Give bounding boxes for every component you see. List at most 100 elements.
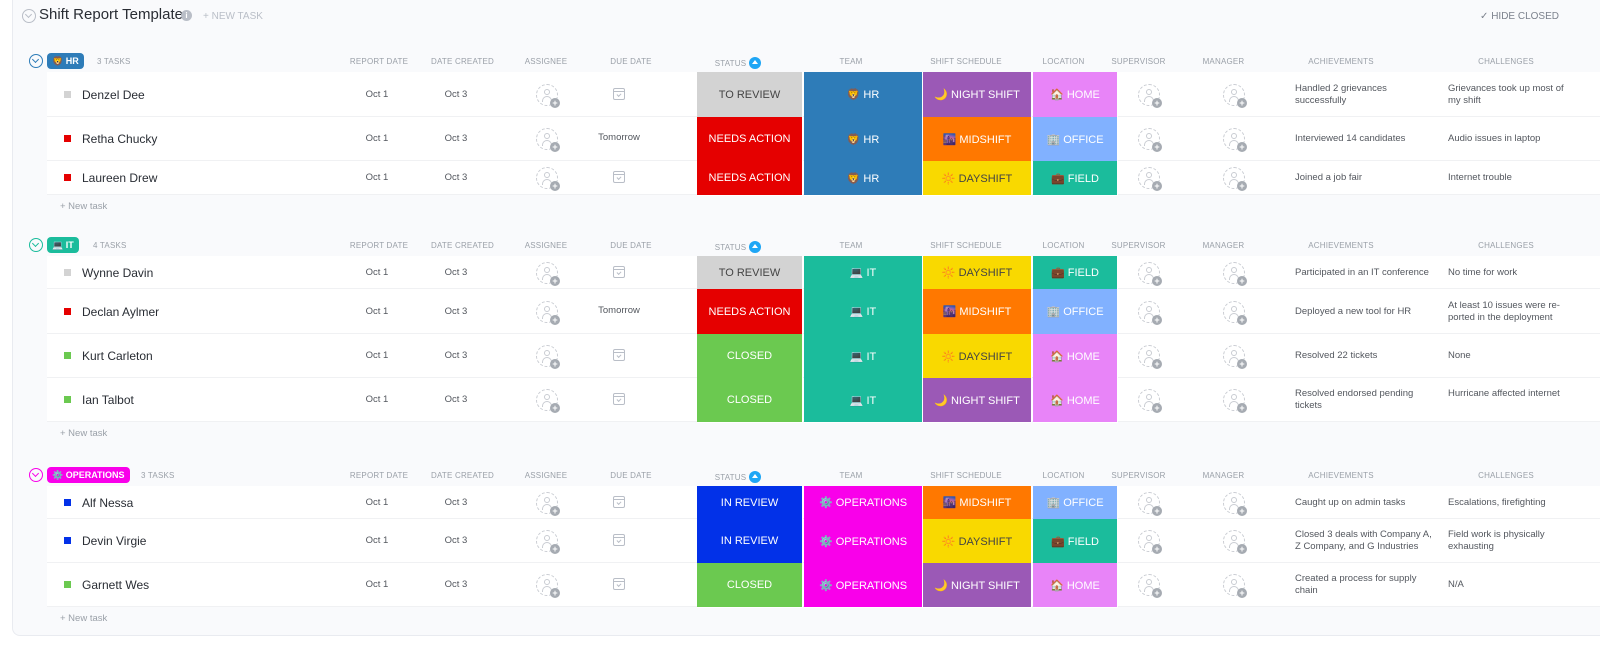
collapse-group-icon[interactable] <box>29 54 43 68</box>
calendar-icon[interactable] <box>613 495 625 508</box>
due-date[interactable]: Tomorrow <box>589 132 649 143</box>
report-date[interactable]: Oct 1 <box>354 579 400 590</box>
status-pill[interactable]: NEEDS ACTION <box>697 161 803 196</box>
column-header-team[interactable]: TEAM <box>791 57 911 66</box>
task-name[interactable]: Laureen Drew <box>82 171 157 185</box>
task-name[interactable]: Declan Aylmer <box>82 305 159 319</box>
supervisor-avatar[interactable]: + <box>1138 574 1162 598</box>
column-header-supervisor[interactable]: SUPERVISOR <box>1111 241 1166 250</box>
calendar-icon[interactable] <box>613 534 625 546</box>
table-row[interactable]: Wynne Davin Oct 1 Oct 3 + TO REVIEW 💻 IT 🔆 DAY… <box>47 256 1600 290</box>
status-square-icon[interactable] <box>64 174 71 181</box>
calendar-icon[interactable] <box>613 393 625 405</box>
column-header-supervisor[interactable]: SUPERVISOR <box>1111 471 1166 480</box>
team-pill[interactable]: 🦁 HR <box>804 72 923 118</box>
task-name[interactable]: Ian Talbot <box>82 393 134 407</box>
column-header-shift-schedule[interactable]: SHIFT SCHEDULE <box>911 471 1021 480</box>
column-header-date-created[interactable]: DATE CREATED <box>431 241 494 250</box>
column-header-challenges[interactable]: CHALLENGES <box>1471 57 1541 66</box>
table-row[interactable]: Declan Aylmer Oct 1 Oct 3 + Tomorrow NEEDS AC… <box>47 289 1600 335</box>
calendar-icon[interactable] <box>613 171 625 183</box>
column-header-date-created[interactable]: DATE CREATED <box>431 57 494 66</box>
calendar-icon[interactable] <box>613 578 625 590</box>
column-header-due-date[interactable]: DUE DATE <box>601 241 661 250</box>
due-date[interactable]: Tomorrow <box>589 305 649 316</box>
table-row[interactable]: Denzel Dee Oct 1 Oct 3 + TO REVIEW 🦁 HR 🌙 NIGH… <box>47 72 1600 118</box>
column-header-due-date[interactable]: DUE DATE <box>601 471 661 480</box>
shift-pill[interactable]: 🌆 MIDSHIFT <box>923 486 1032 520</box>
new-task-link[interactable]: + New task <box>60 613 107 624</box>
column-header-challenges[interactable]: CHALLENGES <box>1471 241 1541 250</box>
shift-pill[interactable]: 🌙 NIGHT SHIFT <box>923 72 1032 118</box>
status-pill[interactable]: TO REVIEW <box>697 72 803 118</box>
challenges-text[interactable]: Hurricane affected internet <box>1448 388 1572 400</box>
task-name[interactable]: Retha Chucky <box>82 132 157 146</box>
table-row[interactable]: Alf Nessa Oct 1 Oct 3 + IN REVIEW ⚙️ OPERATIO… <box>47 486 1600 520</box>
column-header-assignee[interactable]: ASSIGNEE <box>521 57 571 66</box>
challenges-text[interactable]: None <box>1448 350 1572 362</box>
column-header-status[interactable]: STATUS <box>685 241 791 253</box>
status-pill[interactable]: NEEDS ACTION <box>697 289 803 335</box>
group-badge[interactable]: ⚙️ OPERATIONS <box>47 467 130 483</box>
column-header-due-date[interactable]: DUE DATE <box>601 57 661 66</box>
report-date[interactable]: Oct 1 <box>354 535 400 546</box>
status-square-icon[interactable] <box>64 581 71 588</box>
status-pill[interactable]: IN REVIEW <box>697 486 803 520</box>
report-date[interactable]: Oct 1 <box>354 267 400 278</box>
supervisor-avatar[interactable]: + <box>1138 167 1162 191</box>
assignee-avatar[interactable]: + <box>536 261 560 286</box>
shift-pill[interactable]: 🌙 NIGHT SHIFT <box>923 378 1032 423</box>
achievements-text[interactable]: Handled 2 grievances successfully <box>1295 83 1435 107</box>
column-header-challenges[interactable]: CHALLENGES <box>1471 471 1541 480</box>
column-header-shift-schedule[interactable]: SHIFT SCHEDULE <box>911 241 1021 250</box>
hide-closed-toggle[interactable]: ✓ HIDE CLOSED <box>1480 11 1559 22</box>
column-header-assignee[interactable]: ASSIGNEE <box>521 241 571 250</box>
table-row[interactable]: Kurt Carleton Oct 1 Oct 3 + CLOSED 💻 IT 🔆 DAYS… <box>47 334 1600 379</box>
location-pill[interactable]: 🏠 HOME <box>1033 334 1118 379</box>
column-header-location[interactable]: LOCATION <box>1021 241 1106 250</box>
column-header-manager[interactable]: MANAGER <box>1196 57 1251 66</box>
status-square-icon[interactable] <box>64 537 71 544</box>
sort-ascending-icon[interactable] <box>749 471 762 483</box>
manager-avatar[interactable]: + <box>1223 167 1247 191</box>
location-pill[interactable]: 🏠 HOME <box>1033 563 1118 608</box>
calendar-icon[interactable] <box>613 87 625 100</box>
column-header-report-date[interactable]: REPORT DATE <box>348 57 410 66</box>
column-header-status[interactable]: STATUS <box>685 471 791 483</box>
status-pill[interactable]: CLOSED <box>697 334 803 379</box>
collapse-group-icon[interactable] <box>29 238 43 252</box>
new-task-link[interactable]: + New task <box>60 201 107 212</box>
team-pill[interactable]: 💻 IT <box>804 289 923 335</box>
column-header-shift-schedule[interactable]: SHIFT SCHEDULE <box>911 57 1021 66</box>
table-row[interactable]: Devin Virgie Oct 1 Oct 3 + IN REVIEW ⚙️ OPERA… <box>47 519 1600 564</box>
supervisor-avatar[interactable]: + <box>1138 300 1162 325</box>
assignee-avatar[interactable]: + <box>536 83 560 108</box>
calendar-icon[interactable] <box>613 265 625 278</box>
task-name[interactable]: Denzel Dee <box>82 88 145 102</box>
status-pill[interactable]: TO REVIEW <box>697 256 803 290</box>
collapse-all-icon[interactable] <box>22 9 36 23</box>
report-date[interactable]: Oct 1 <box>354 350 400 361</box>
assignee-avatar[interactable]: + <box>536 300 560 325</box>
challenges-text[interactable]: Internet trouble <box>1448 172 1572 184</box>
supervisor-avatar[interactable]: + <box>1138 83 1162 108</box>
achievements-text[interactable]: Resolved endorsed pending tickets <box>1295 388 1435 412</box>
status-pill[interactable]: NEEDS ACTION <box>697 117 803 162</box>
team-pill[interactable]: ⚙️ OPERATIONS <box>804 563 923 608</box>
group-badge[interactable]: 🦁 HR <box>47 53 84 69</box>
assignee-avatar[interactable]: + <box>536 128 560 152</box>
location-pill[interactable]: 🏢 OFFICE <box>1033 117 1118 162</box>
challenges-text[interactable]: Grievances took up most of my shift <box>1448 83 1572 107</box>
location-pill[interactable]: 🏢 OFFICE <box>1033 289 1118 335</box>
status-square-icon[interactable] <box>64 352 71 359</box>
team-pill[interactable]: 💻 IT <box>804 378 923 423</box>
column-header-supervisor[interactable]: SUPERVISOR <box>1111 57 1166 66</box>
manager-avatar[interactable]: + <box>1223 345 1247 369</box>
column-header-date-created[interactable]: DATE CREATED <box>431 471 494 480</box>
sort-ascending-icon[interactable] <box>749 57 762 69</box>
shift-pill[interactable]: 🌆 MIDSHIFT <box>923 289 1032 335</box>
manager-avatar[interactable]: + <box>1223 128 1247 152</box>
team-pill[interactable]: 🦁 HR <box>804 117 923 162</box>
status-square-icon[interactable] <box>64 135 71 142</box>
supervisor-avatar[interactable]: + <box>1138 345 1162 369</box>
